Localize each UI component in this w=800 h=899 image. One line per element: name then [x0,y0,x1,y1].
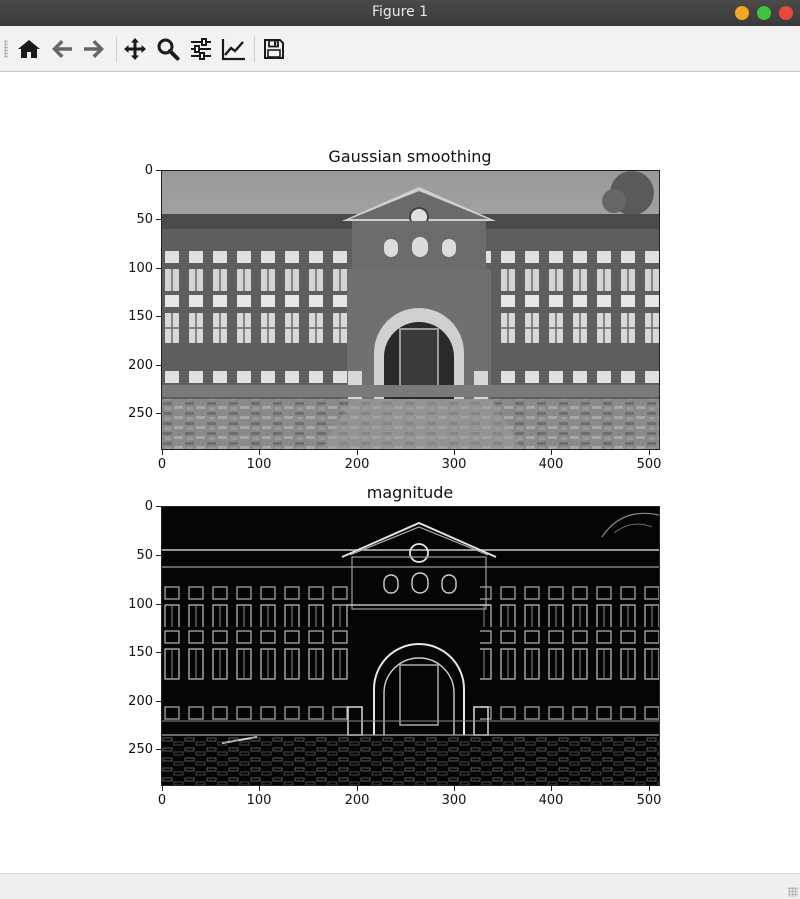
figure-window: Figure 1 Gaussian smoothing 0 50 100 150… [0,0,800,899]
zoom-magnifier-icon [157,38,180,61]
y-tick [156,555,161,556]
y-tick [156,749,161,750]
x-tick [259,450,260,455]
y-tick [156,268,161,269]
y-tick [156,701,161,702]
x-tick [454,450,455,455]
building-photo-grayscale [162,171,659,449]
x-tick-label: 200 [344,793,370,808]
x-tick-label: 0 [157,457,167,472]
y-tick-label: 0 [144,163,153,178]
y-tick-label: 50 [136,548,153,563]
save-button[interactable] [260,35,288,63]
edit-axis-button[interactable] [220,35,248,63]
forward-arrow-icon [84,40,104,58]
axes-title: Gaussian smoothing [328,147,492,166]
toolbar-grip[interactable] [4,40,8,58]
y-tick [156,652,161,653]
edit-axis-curve-icon [221,39,245,61]
x-tick-label: 300 [441,793,467,808]
configure-subplots-icon [191,38,211,60]
y-tick [156,170,161,171]
home-button[interactable] [15,35,43,63]
figure-canvas[interactable]: Gaussian smoothing 0 50 100 150 200 250 … [0,73,800,873]
smoothed-image[interactable] [161,170,660,450]
configure-subplots-button[interactable] [187,35,215,63]
minimize-button[interactable] [735,6,749,20]
y-tick-label: 0 [144,499,153,514]
resize-grip[interactable] [788,887,798,897]
x-tick [551,450,552,455]
y-tick-label: 50 [136,212,153,227]
y-tick-label: 150 [128,309,153,324]
x-tick [259,786,260,791]
back-arrow-icon [52,40,72,58]
pan-move-icon [124,38,146,60]
status-bar [0,873,800,899]
x-tick [357,450,358,455]
x-tick-label: 400 [538,793,564,808]
magnitude-image[interactable] [161,506,660,786]
x-tick [551,786,552,791]
navigation-toolbar [0,26,800,72]
x-tick-label: 500 [636,457,662,472]
axes-title: magnitude [366,483,454,502]
toolbar-separator [254,36,255,62]
y-tick-label: 150 [128,645,153,660]
y-tick-label: 100 [128,597,153,612]
y-tick [156,365,161,366]
x-tick-label: 200 [344,457,370,472]
zoom-button[interactable] [154,35,182,63]
y-tick [156,604,161,605]
y-tick [156,316,161,317]
x-tick-label: 400 [538,457,564,472]
home-icon [18,40,40,58]
y-tick [156,219,161,220]
x-tick [649,786,650,791]
x-tick-label: 300 [441,457,467,472]
x-tick-label: 500 [636,793,662,808]
x-tick-label: 0 [157,793,167,808]
edge-magnitude-map [162,512,659,785]
y-tick [156,413,161,414]
window-title: Figure 1 [371,4,429,20]
y-tick-label: 200 [128,694,153,709]
close-button[interactable] [779,6,793,20]
x-tick [162,786,163,791]
y-tick-label: 250 [128,406,153,421]
x-tick [162,450,163,455]
y-tick-label: 200 [128,358,153,373]
x-tick [454,786,455,791]
title-bar: Figure 1 [0,0,800,26]
y-tick [156,506,161,507]
x-tick-label: 100 [246,457,272,472]
forward-button[interactable] [80,35,108,63]
back-button[interactable] [48,35,76,63]
maximize-button[interactable] [757,6,771,20]
y-tick-label: 250 [128,742,153,757]
toolbar-separator [116,36,117,62]
y-tick-label: 100 [128,261,153,276]
x-tick [649,450,650,455]
x-tick [357,786,358,791]
x-tick-label: 100 [246,793,272,808]
pan-button[interactable] [121,35,149,63]
save-floppy-icon [264,39,284,59]
